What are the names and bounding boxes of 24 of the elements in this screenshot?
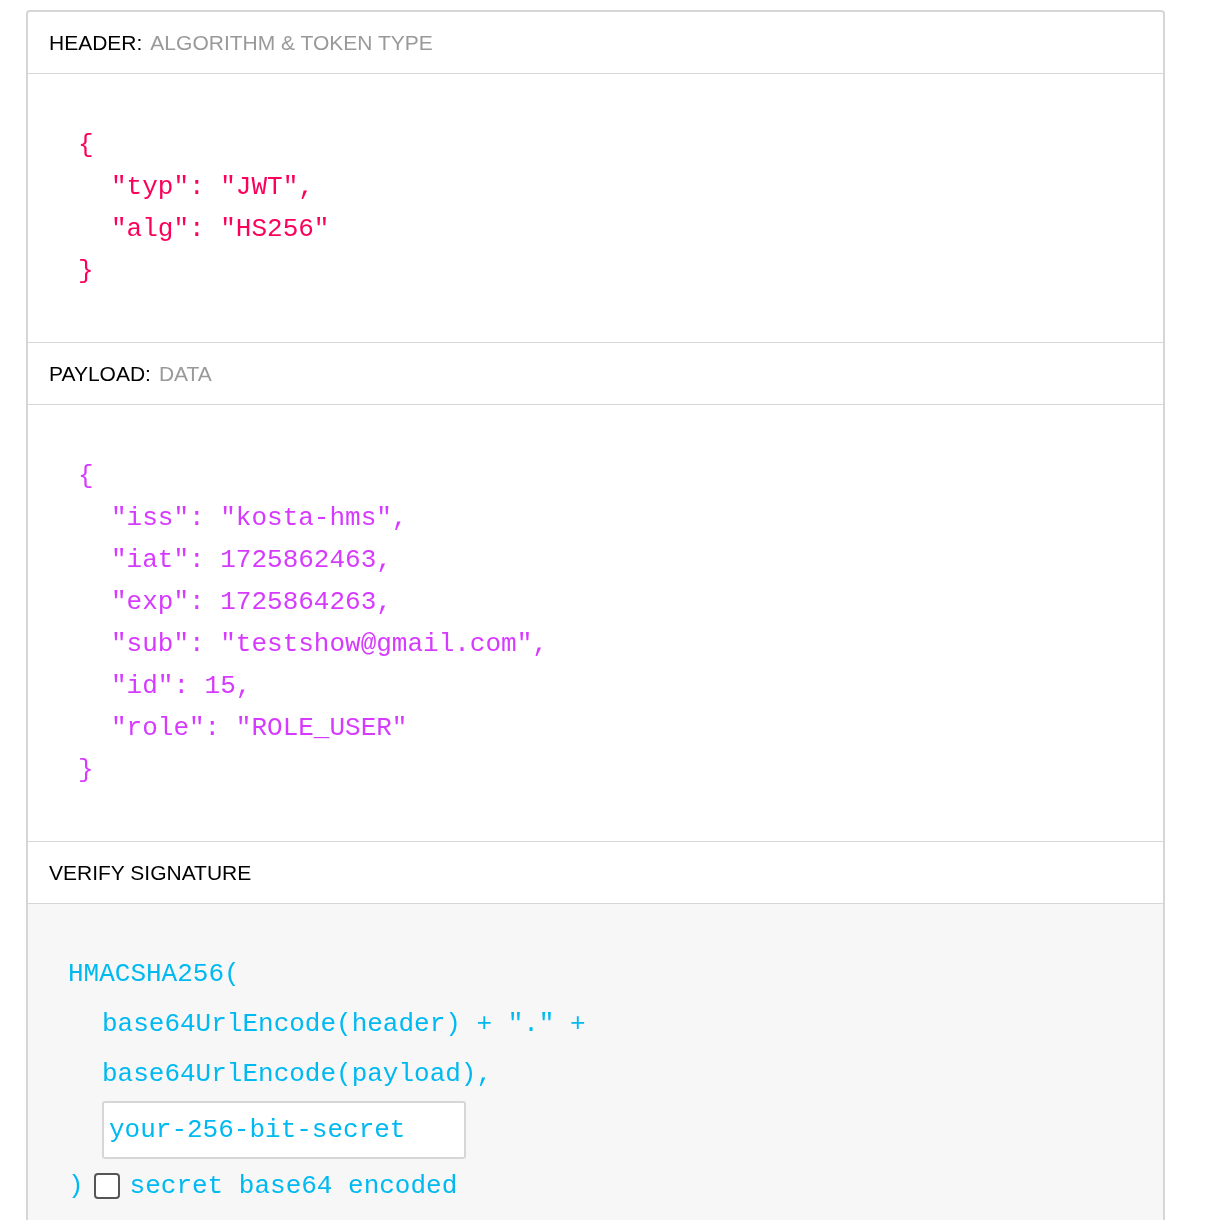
code-line: HMACSHA256(: [68, 958, 240, 991]
checkbox-label: secret base64 encoded: [129, 1170, 458, 1203]
section-title: HEADER:: [49, 29, 143, 56]
code-line: base64UrlEncode(header) + "." +: [102, 1008, 586, 1041]
code-line: {: [78, 460, 94, 493]
code-line: base64UrlEncode(payload),: [102, 1058, 493, 1091]
section-title: PAYLOAD:: [49, 360, 151, 387]
code-line: "iss": "kosta-hms",: [111, 502, 408, 535]
code-line: "id": 15,: [111, 670, 252, 703]
secret-input-field[interactable]: your-256-bit-secret: [102, 1101, 466, 1159]
section-title: VERIFY SIGNATURE: [49, 859, 252, 886]
code-line: ): [68, 1170, 84, 1203]
code-line: "iat": 1725862463,: [111, 544, 392, 577]
code-line: "typ": "JWT",: [111, 171, 314, 204]
code-line: "exp": 1725864263,: [111, 586, 392, 619]
section-subtitle: ALGORITHM & TOKEN TYPE: [150, 29, 433, 56]
code-line: "sub": "testshow@gmail.com",: [111, 628, 548, 661]
code-line: }: [78, 754, 94, 787]
code-line: "role": "ROLE_USER": [111, 712, 408, 745]
code-line: }: [78, 255, 94, 288]
section-subtitle: DATA: [158, 360, 212, 387]
base64-checkbox[interactable]: [93, 1173, 120, 1199]
code-line: {: [78, 129, 94, 162]
code-line: "alg": "HS256": [111, 213, 330, 246]
